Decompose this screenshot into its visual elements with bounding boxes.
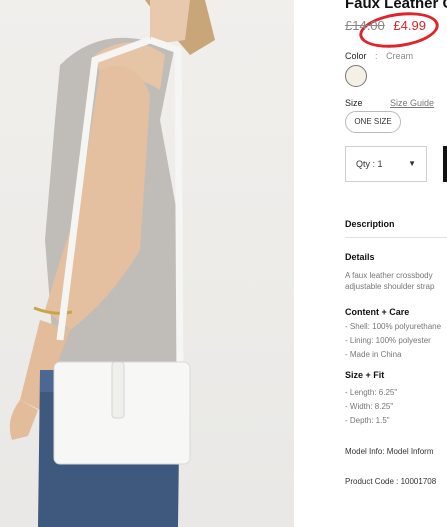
details-text-line-1: A faux leather crossbody [345, 271, 433, 280]
color-swatch-cream[interactable] [345, 65, 367, 87]
size-fit-item: - Length: 6.25" [345, 388, 398, 397]
color-value: Cream [386, 51, 414, 61]
size-guide-link[interactable]: Size Guide [390, 98, 434, 108]
color-separator: : [375, 51, 378, 61]
size-fit-item: - Width: 8.25" [345, 402, 394, 411]
size-row: Size Size Guide [345, 98, 434, 108]
color-row: Color : Cream [345, 51, 413, 61]
product-info-panel: Faux Leather C £14.00 £4.99 Color : Crea… [345, 0, 447, 527]
size-fit-heading: Size + Fit [345, 370, 385, 380]
sale-price: £4.99 [393, 18, 426, 33]
chevron-down-icon: ▼ [408, 159, 416, 168]
price-row: £14.00 £4.99 [345, 18, 426, 33]
divider [345, 237, 447, 238]
quantity-select[interactable]: Qty : 1 ▼ [345, 146, 427, 182]
content-care-item: - Lining: 100% polyester [345, 336, 431, 345]
size-fit-item: - Depth: 1.5" [345, 416, 390, 425]
description-heading[interactable]: Description [345, 219, 395, 229]
quantity-label: Qty : 1 [356, 159, 383, 169]
details-heading: Details [345, 252, 375, 262]
color-label: Color [345, 51, 367, 61]
content-care-heading: Content + Care [345, 307, 410, 317]
original-price: £14.00 [345, 18, 385, 33]
size-option-one-size[interactable]: ONE SIZE [345, 111, 401, 133]
model-photo-illustration [9, 0, 215, 527]
product-code: Product Code : 10001708 [345, 477, 437, 486]
details-text-line-2: adjustable shoulder strap [345, 282, 435, 291]
size-label: Size [345, 98, 363, 108]
product-title: Faux Leather C [345, 0, 447, 12]
add-to-bag-button[interactable] [443, 146, 447, 182]
content-care-item: - Made in China [345, 350, 402, 359]
content-care-item: - Shell: 100% polyurethane [345, 322, 442, 331]
model-info: Model Info: Model Inform [345, 447, 434, 456]
product-image [0, 0, 294, 527]
